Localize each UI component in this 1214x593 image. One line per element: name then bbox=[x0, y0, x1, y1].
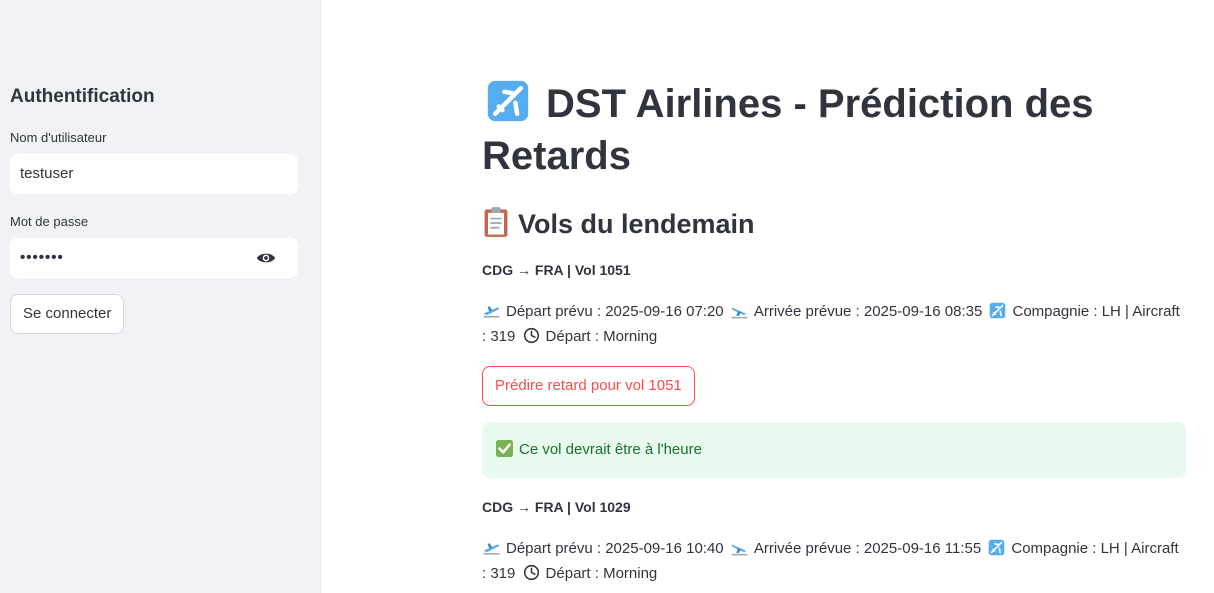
login-button[interactable]: Se connecter bbox=[10, 294, 125, 334]
clipboard-icon bbox=[482, 206, 510, 238]
arrival-text: Arrivée prévue : 2025-09-16 11:55 bbox=[753, 540, 982, 557]
arrival-icon bbox=[730, 302, 749, 319]
flight-header: CDG → FRA | Vol 1029 bbox=[482, 499, 631, 515]
check-mark-icon bbox=[496, 440, 513, 457]
flight-details: Départ prévu : 2025-09-16 07:20 Arrivée … bbox=[482, 299, 1182, 349]
departure-text: Départ prévu : 2025-09-16 10:40 bbox=[506, 540, 724, 557]
airplane-icon bbox=[988, 302, 1007, 319]
predict-button[interactable]: Prédire retard pour vol 1051 bbox=[482, 366, 695, 406]
username-value: testuser bbox=[20, 165, 74, 182]
departure-icon bbox=[482, 539, 501, 556]
username-label: Nom d'utilisateur bbox=[10, 130, 107, 145]
password-label: Mot de passe bbox=[10, 214, 89, 229]
flight-header: CDG → FRA | Vol 1051 bbox=[482, 262, 631, 278]
section-title-text: Vols du lendemain bbox=[518, 209, 755, 239]
username-input[interactable]: testuser bbox=[10, 154, 298, 194]
period-text: Départ : Morning bbox=[545, 328, 658, 345]
page-title: DST Airlines - Prédiction des Retards bbox=[482, 78, 1182, 182]
airplane-icon bbox=[482, 79, 534, 123]
eye-icon[interactable] bbox=[256, 250, 276, 266]
section-title: Vols du lendemain bbox=[482, 206, 755, 242]
password-input[interactable]: ••••••• bbox=[10, 238, 298, 278]
page-title-text: DST Airlines - Prédiction des Retards bbox=[482, 82, 1094, 178]
main-content: DST Airlines - Prédiction des Retards Vo… bbox=[322, 0, 1214, 593]
success-text: Ce vol devrait être à l'heure bbox=[519, 441, 702, 458]
period-text: Départ : Morning bbox=[545, 565, 658, 582]
password-value: ••••••• bbox=[20, 249, 64, 266]
sidebar-title: Authentification bbox=[10, 86, 155, 107]
app-window: Authentification Nom d'utilisateur testu… bbox=[0, 0, 1214, 593]
arrival-icon bbox=[730, 539, 749, 556]
departure-text: Départ prévu : 2025-09-16 07:20 bbox=[506, 303, 724, 320]
clock-icon bbox=[522, 564, 541, 581]
airplane-icon bbox=[987, 539, 1006, 556]
arrival-text: Arrivée prévue : 2025-09-16 08:35 bbox=[753, 303, 983, 320]
departure-icon bbox=[482, 302, 501, 319]
clock-icon bbox=[522, 327, 541, 344]
sidebar: Authentification Nom d'utilisateur testu… bbox=[0, 0, 322, 593]
flight-details: Départ prévu : 2025-09-16 10:40 Arrivée … bbox=[482, 536, 1182, 586]
success-alert: Ce vol devrait être à l'heure bbox=[482, 422, 1186, 478]
